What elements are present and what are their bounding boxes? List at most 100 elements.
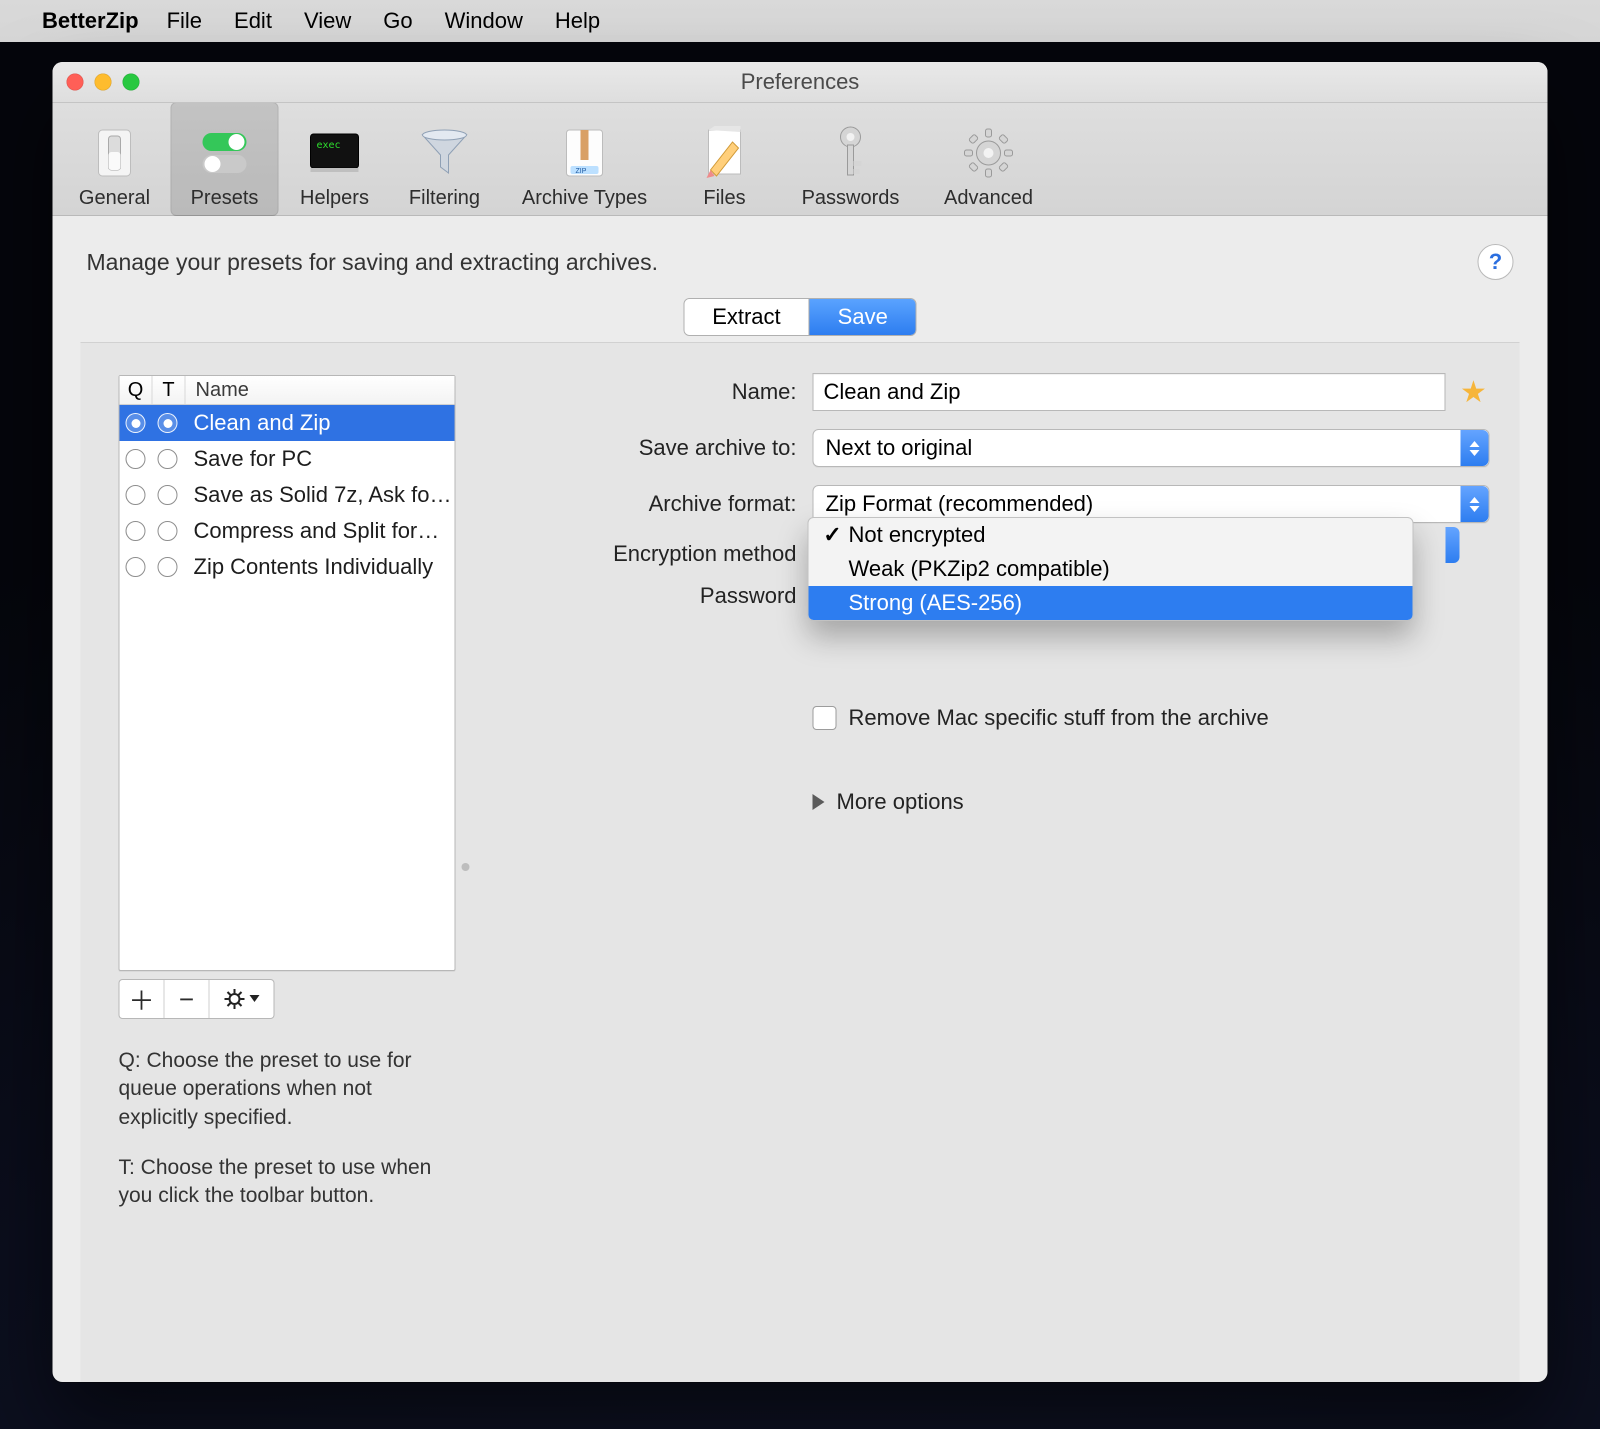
close-window-button[interactable] <box>67 74 84 91</box>
menu-window[interactable]: Window <box>445 8 523 34</box>
titlebar[interactable]: Preferences <box>53 62 1548 103</box>
save-to-popup[interactable]: Next to original <box>813 429 1490 467</box>
file-drafting-icon <box>697 125 753 181</box>
toolbar-files[interactable]: Files <box>671 102 779 216</box>
save-to-value: Next to original <box>826 435 973 461</box>
toolbar-advanced-label: Advanced <box>944 187 1033 210</box>
preset-name: Clean and Zip <box>184 410 455 436</box>
preset-name: Compress and Split for… <box>184 518 455 544</box>
checkmark-icon: ✓ <box>821 522 845 548</box>
header-q[interactable]: Q <box>120 376 153 404</box>
panel-description: Manage your presets for saving and extra… <box>87 249 658 276</box>
encryption-option-strong[interactable]: Strong (AES-256) <box>809 586 1413 620</box>
encryption-dropdown-menu: ✓ Not encrypted Weak (PKZip2 compatible)… <box>808 517 1414 621</box>
menu-go[interactable]: Go <box>383 8 412 34</box>
encryption-popup-stepper-peek <box>1446 527 1460 563</box>
preset-row[interactable]: Zip Contents Individually <box>120 549 455 585</box>
app-name[interactable]: BetterZip <box>42 8 139 34</box>
preset-form: Name: ★ Save archive to: Next to origina… <box>551 373 1490 815</box>
zip-icon: ZIP <box>557 125 613 181</box>
radio-q[interactable] <box>126 521 146 541</box>
preset-actions: ＋ − <box>119 979 275 1019</box>
favorite-star-icon[interactable]: ★ <box>1458 376 1490 408</box>
toolbar-presets[interactable]: Presets <box>171 102 279 216</box>
label-save-to: Save archive to: <box>551 435 797 461</box>
radio-t[interactable] <box>158 485 178 505</box>
toolbar-general[interactable]: General <box>61 102 169 216</box>
menu-help[interactable]: Help <box>555 8 600 34</box>
window-title: Preferences <box>53 69 1548 95</box>
preset-name: Save as Solid 7z, Ask fo… <box>184 482 455 508</box>
extract-save-segmented: Extract Save <box>683 298 917 336</box>
preset-gear-menu[interactable] <box>210 980 274 1018</box>
preset-table-body[interactable]: Clean and Zip Save for PC Save as Solid … <box>120 405 455 970</box>
radio-t[interactable] <box>158 413 178 433</box>
gear-icon <box>961 125 1017 181</box>
preset-row[interactable]: Save for PC <box>120 441 455 477</box>
key-icon <box>823 125 879 181</box>
split-grab-handle[interactable] <box>462 863 470 871</box>
toolbar-general-label: General <box>79 187 150 210</box>
svg-text:exec: exec <box>317 140 341 151</box>
toolbar-filtering[interactable]: Filtering <box>391 102 499 216</box>
preset-name: Save for PC <box>184 446 455 472</box>
radio-q[interactable] <box>126 449 146 469</box>
preset-name: Zip Contents Individually <box>184 554 455 580</box>
menu-file[interactable]: File <box>167 8 202 34</box>
radio-t[interactable] <box>158 521 178 541</box>
header-name[interactable]: Name <box>186 376 455 404</box>
toolbar-passwords[interactable]: Passwords <box>781 102 921 216</box>
more-options-label: More options <box>837 789 964 815</box>
radio-q[interactable] <box>126 485 146 505</box>
segment-extract[interactable]: Extract <box>684 299 808 335</box>
encryption-option-weak[interactable]: Weak (PKZip2 compatible) <box>809 552 1413 586</box>
remove-mac-stuff-label: Remove Mac specific stuff from the archi… <box>849 705 1269 731</box>
encryption-option-not-encrypted[interactable]: ✓ Not encrypted <box>809 518 1413 552</box>
terminal-icon: exec <box>307 125 363 181</box>
preset-remove-button[interactable]: − <box>165 980 210 1018</box>
minimize-window-button[interactable] <box>95 74 112 91</box>
funnel-icon <box>417 125 473 181</box>
radio-t[interactable] <box>158 449 178 469</box>
preset-table: Q T Name Clean and Zip Save <box>119 375 456 971</box>
radio-q[interactable] <box>126 413 146 433</box>
radio-q[interactable] <box>126 557 146 577</box>
preset-name-input[interactable] <box>813 373 1446 411</box>
toolbar-presets-label: Presets <box>191 187 259 210</box>
preset-row[interactable]: Save as Solid 7z, Ask fo… <box>120 477 455 513</box>
remove-mac-stuff-row[interactable]: Remove Mac specific stuff from the archi… <box>813 705 1490 731</box>
toolbar-advanced[interactable]: Advanced <box>923 102 1055 216</box>
checkbox[interactable] <box>813 706 837 730</box>
preferences-toolbar: General Presets exec <box>53 103 1548 216</box>
preset-row[interactable]: Clean and Zip <box>120 405 455 441</box>
preset-table-header: Q T Name <box>120 376 455 405</box>
toolbar-helpers[interactable]: exec Helpers <box>281 102 389 216</box>
toolbar-passwords-label: Passwords <box>802 187 900 210</box>
preset-list-box: Q T Name Clean and Zip Save <box>119 375 454 1232</box>
help-button[interactable]: ? <box>1478 244 1514 280</box>
label-archive-format: Archive format: <box>551 491 797 517</box>
desktop-background: Preferences General <box>0 42 1600 1429</box>
segment-save[interactable]: Save <box>809 299 916 335</box>
more-options-disclosure[interactable]: More options <box>813 789 1490 815</box>
zoom-window-button[interactable] <box>123 74 140 91</box>
hint-q: Q: Choose the preset to use for queue op… <box>119 1047 454 1132</box>
radio-t[interactable] <box>158 557 178 577</box>
menu-view[interactable]: View <box>304 8 351 34</box>
preset-add-button[interactable]: ＋ <box>120 980 165 1018</box>
menu-edit[interactable]: Edit <box>234 8 272 34</box>
label-password: Password <box>551 583 797 609</box>
toolbar-filtering-label: Filtering <box>409 187 480 210</box>
label-name: Name: <box>551 379 797 405</box>
gear-icon <box>224 989 259 1009</box>
preset-row[interactable]: Compress and Split for… <box>120 513 455 549</box>
toolbar-files-label: Files <box>703 187 745 210</box>
toolbar-archive-types[interactable]: ZIP Archive Types <box>501 102 669 216</box>
toolbar-helpers-label: Helpers <box>300 187 369 210</box>
hint-t: T: Choose the preset to use when you cli… <box>119 1154 454 1211</box>
archive-format-value: Zip Format (recommended) <box>826 491 1094 517</box>
label-encryption: Encryption method <box>551 541 797 567</box>
svg-text:ZIP: ZIP <box>576 168 587 175</box>
header-t[interactable]: T <box>153 376 186 404</box>
disclosure-triangle-icon <box>813 794 825 810</box>
